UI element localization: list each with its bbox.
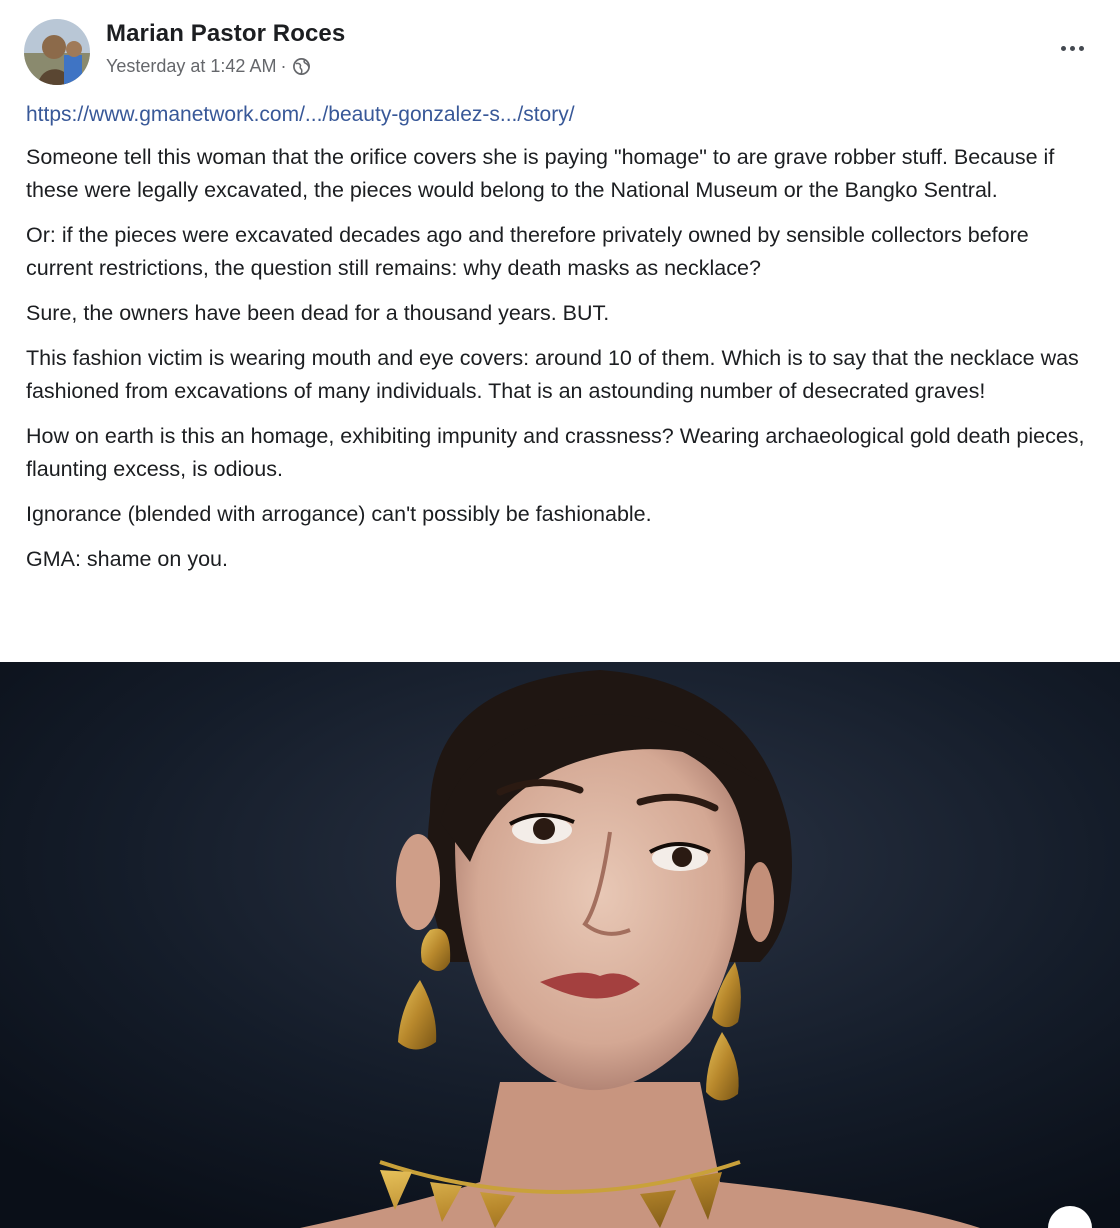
post-photo[interactable] bbox=[0, 662, 1120, 1228]
post-paragraph: Or: if the pieces were excavated decades… bbox=[26, 223, 1029, 280]
post-paragraph: Someone tell this woman that the orifice… bbox=[26, 145, 1055, 202]
author-avatar[interactable] bbox=[24, 19, 90, 85]
post-timestamp[interactable]: Yesterday at 1:42 AM bbox=[106, 56, 276, 77]
post-paragraph: Ignorance (blended with arrogance) can't… bbox=[26, 502, 652, 526]
post-paragraph: How on earth is this an homage, exhibiti… bbox=[26, 424, 1085, 481]
post-header: Marian Pastor Roces Yesterday at 1:42 AM… bbox=[0, 0, 1120, 100]
post-paragraph: This fashion victim is wearing mouth and… bbox=[26, 346, 1079, 403]
globe-icon bbox=[292, 57, 311, 76]
facebook-post: Marian Pastor Roces Yesterday at 1:42 AM… bbox=[0, 0, 1120, 1228]
post-meta: Yesterday at 1:42 AM · bbox=[106, 56, 311, 77]
shared-link[interactable]: https://www.gmanetwork.com/.../beauty-go… bbox=[26, 98, 1096, 131]
post-paragraph: GMA: shame on you. bbox=[26, 547, 228, 571]
meta-separator: · bbox=[280, 56, 287, 76]
post-paragraph: Sure, the owners have been dead for a th… bbox=[26, 301, 610, 325]
post-body: https://www.gmanetwork.com/.../beauty-go… bbox=[26, 98, 1096, 588]
more-options-icon[interactable] bbox=[1054, 36, 1090, 60]
author-name[interactable]: Marian Pastor Roces bbox=[106, 20, 345, 48]
